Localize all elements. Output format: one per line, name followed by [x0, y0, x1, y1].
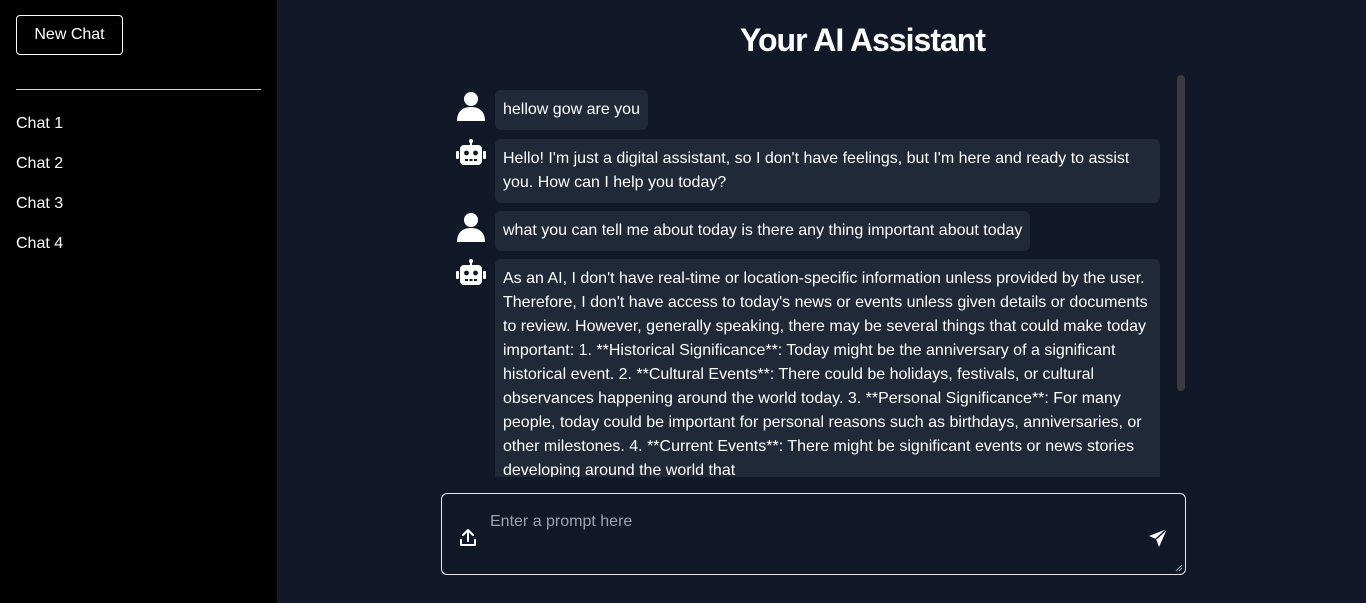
message-bubble: Hello! I'm just a digital assistant, so … — [495, 139, 1160, 203]
resize-grip-icon[interactable] — [1175, 564, 1183, 572]
upload-icon[interactable] — [458, 528, 478, 548]
scrollbar-thumb[interactable] — [1177, 75, 1185, 391]
sidebar: New Chat Chat 1 Chat 2 Chat 3 Chat 4 — [0, 0, 277, 603]
chat-main: Your AI Assistant hellow gow are you Hel… — [277, 0, 1366, 603]
message-bubble: what you can tell me about today is ther… — [495, 211, 1031, 251]
message-bubble: As an AI, I don't have real-time or loca… — [495, 259, 1160, 477]
send-icon[interactable] — [1148, 528, 1168, 548]
chat-item-1[interactable]: Chat 1 — [16, 114, 63, 154]
message-assistant: Hello! I'm just a digital assistant, so … — [455, 139, 1188, 203]
message-user: hellow gow are you — [455, 90, 1188, 130]
message-list[interactable]: hellow gow are you Hello! I'm just a dig… — [455, 75, 1188, 477]
page-title: Your AI Assistant — [740, 22, 986, 58]
new-chat-button[interactable]: New Chat — [16, 15, 123, 55]
user-icon — [457, 213, 485, 242]
app-root: New Chat Chat 1 Chat 2 Chat 3 Chat 4 You… — [0, 0, 1366, 603]
chat-item-2[interactable]: Chat 2 — [16, 154, 63, 194]
message-bubble: hellow gow are you — [495, 90, 648, 130]
robot-icon — [456, 259, 486, 285]
prompt-box — [441, 493, 1186, 575]
chat-item-3[interactable]: Chat 3 — [16, 194, 63, 234]
message-user: what you can tell me about today is ther… — [455, 211, 1188, 251]
sidebar-divider — [16, 89, 261, 90]
chat-item-4[interactable]: Chat 4 — [16, 234, 63, 274]
chat-list: Chat 1 Chat 2 Chat 3 Chat 4 — [16, 114, 63, 274]
prompt-input[interactable] — [490, 510, 1110, 534]
user-icon — [457, 92, 485, 121]
message-assistant: As an AI, I don't have real-time or loca… — [455, 259, 1188, 477]
robot-icon — [456, 139, 486, 165]
